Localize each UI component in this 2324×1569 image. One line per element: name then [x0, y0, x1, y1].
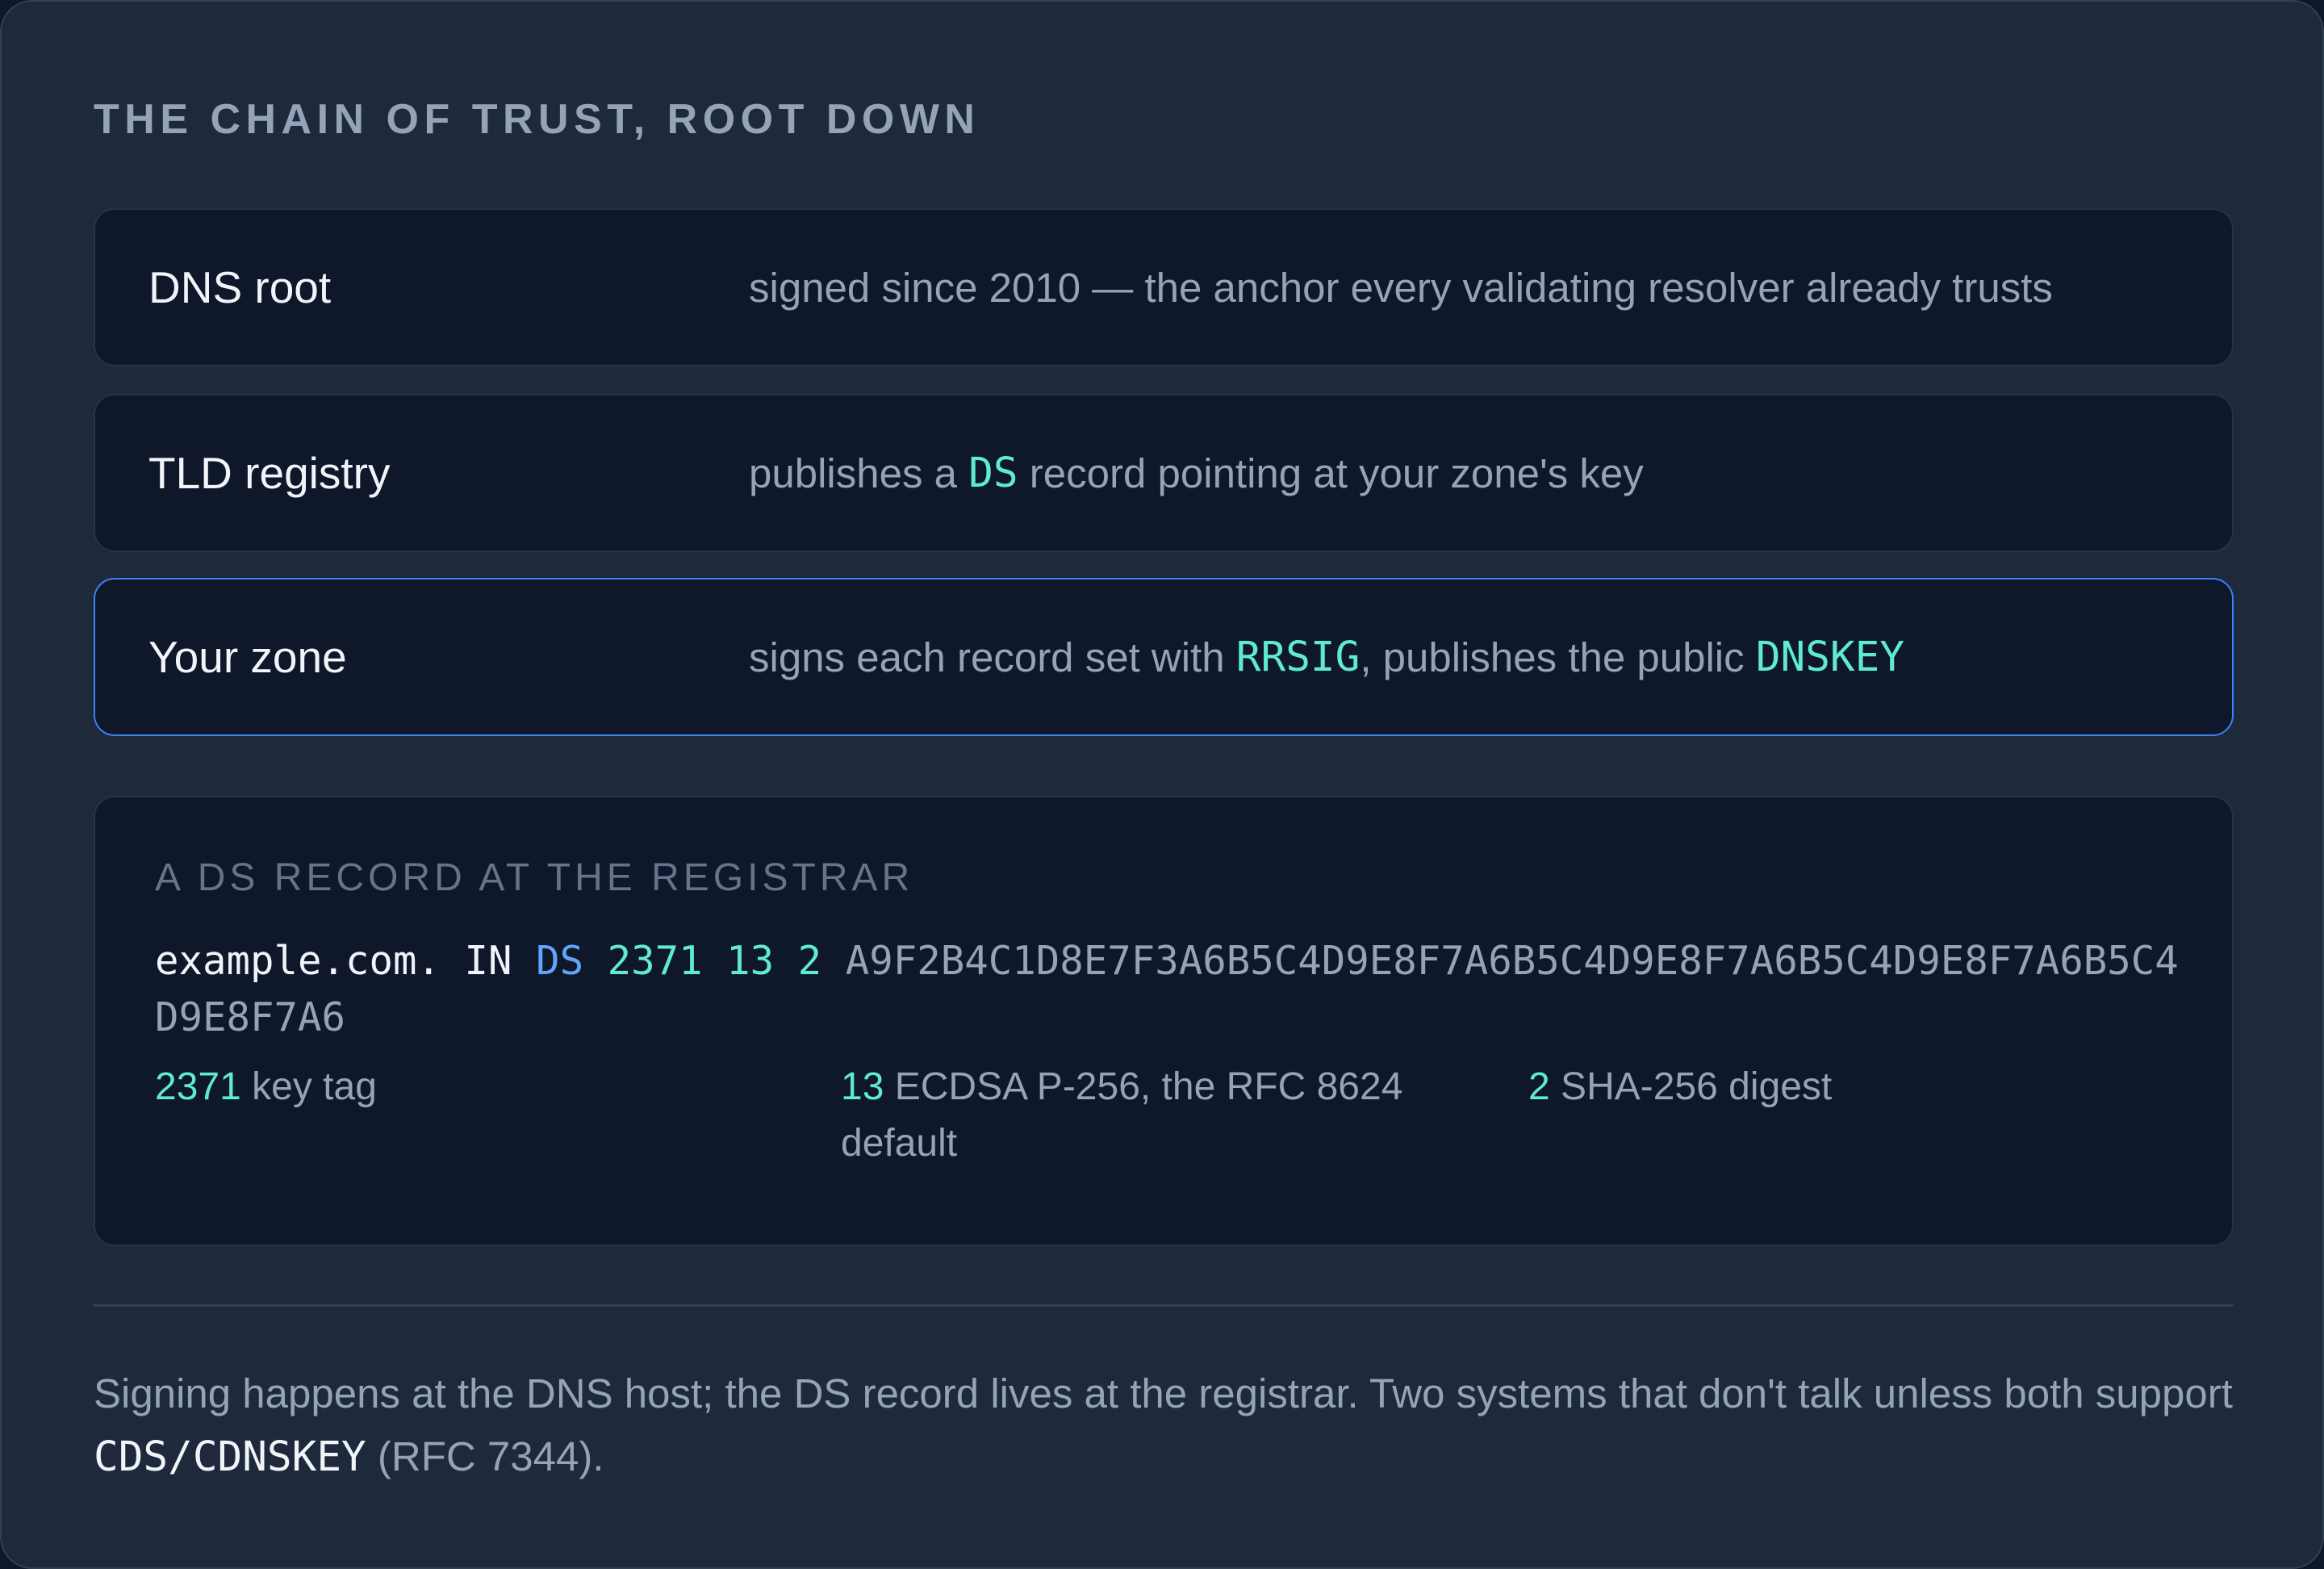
chain-row-tld-registry: TLD registry publishes a DS record point…: [94, 394, 2234, 552]
chain-row-description: signed since 2010 — the anchor every val…: [749, 264, 2053, 311]
ds-digest: A9F2B4C1D8E7F3A6B5C4D9E8F7A6B5C4D9E8F7A6…: [155, 938, 2179, 1040]
legend-value: 2: [1528, 1065, 1550, 1108]
description-text: signs each record set with: [749, 634, 1236, 680]
divider: [94, 1304, 2234, 1307]
chain-row-description: signs each record set with RRSIG, publis…: [749, 579, 1904, 734]
ds-code: DS: [968, 449, 1018, 497]
chain-of-trust-card: THE CHAIN OF TRUST, ROOT DOWN DNS root s…: [0, 0, 2324, 1569]
page-title: THE CHAIN OF TRUST, ROOT DOWN: [94, 96, 980, 143]
footer-note: Signing happens at the DNS host; the DS …: [94, 1362, 2234, 1489]
description-text: record pointing at your zone's key: [1018, 450, 1644, 496]
chain-row-name: TLD registry: [148, 448, 391, 498]
ds-digest-type: 2: [797, 938, 822, 984]
legend-label: SHA-256 digest: [1561, 1065, 1833, 1108]
chain-row-name: DNS root: [148, 262, 332, 312]
footer-text: Signing happens at the DNS host; the DS …: [94, 1370, 2233, 1416]
ds-algorithm: 13: [726, 938, 775, 984]
legend-key-tag: 2371 key tag: [155, 1059, 768, 1115]
ds-record-panel: A DS RECORD AT THE REGISTRAR example.com…: [94, 796, 2234, 1246]
legend-label: ECDSA P-256, the RFC 8624 default: [841, 1065, 1403, 1165]
legend-algorithm: 13 ECDSA P-256, the RFC 8624 default: [841, 1059, 1454, 1172]
ds-record-line: example.com. IN DS 2371 13 2 A9F2B4C1D8E…: [155, 933, 2188, 1046]
ds-class: IN: [464, 938, 512, 984]
ds-owner: example.com.: [155, 938, 441, 984]
legend-value: 13: [841, 1065, 884, 1108]
description-text: publishes a: [749, 450, 969, 496]
description-text: , publishes the public: [1360, 634, 1756, 680]
ds-type: DS: [536, 938, 584, 984]
chain-row-your-zone: Your zone signs each record set with RRS…: [94, 578, 2234, 736]
legend-value: 2371: [155, 1065, 241, 1108]
chain-row-dns-root: DNS root signed since 2010 — the anchor …: [94, 208, 2234, 366]
ds-record-title: A DS RECORD AT THE REGISTRAR: [155, 856, 914, 899]
chain-row-name: Your zone: [148, 632, 347, 682]
cds-cdnskey-code: CDS/CDNSKEY: [94, 1433, 366, 1481]
footer-text: (RFC 7344).: [366, 1433, 604, 1479]
rrsig-code: RRSIG: [1235, 633, 1361, 681]
dnskey-code: DNSKEY: [1755, 633, 1905, 681]
ds-key-tag: 2371: [607, 938, 703, 984]
legend-label: key tag: [252, 1065, 377, 1108]
legend-digest-type: 2 SHA-256 digest: [1528, 1059, 2142, 1115]
chain-row-description: publishes a DS record pointing at your z…: [749, 395, 1644, 550]
